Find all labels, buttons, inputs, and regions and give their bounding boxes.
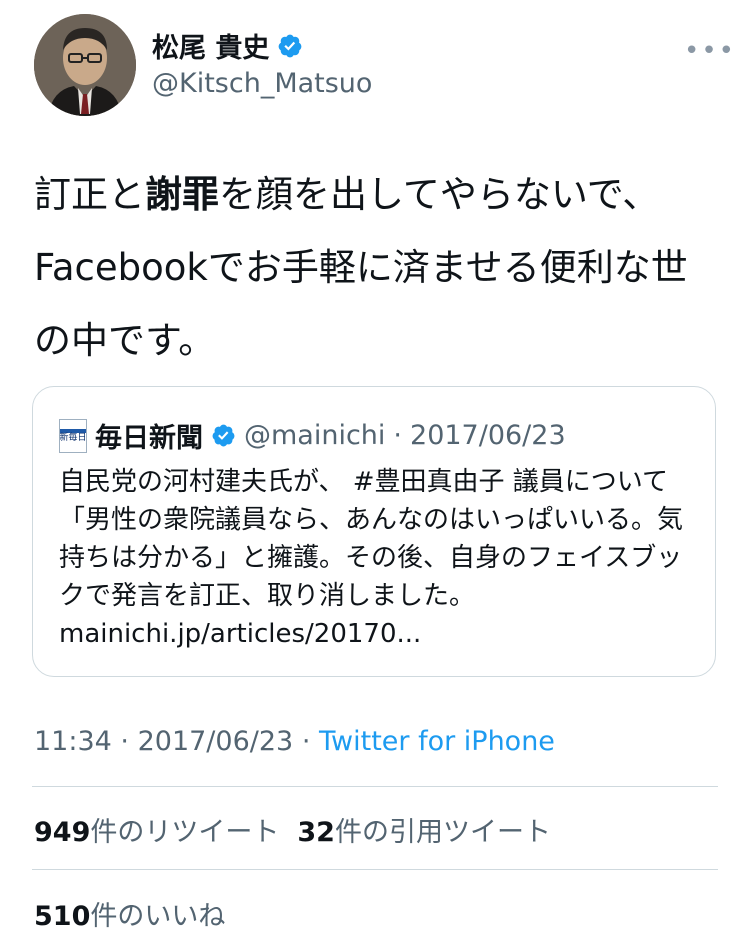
quoted-display-name: 毎日新聞 xyxy=(95,423,203,454)
quoted-tweet-link[interactable]: mainichi.jp/articles/20170... xyxy=(59,615,699,653)
retweets-label: 件のリツイート xyxy=(90,817,280,848)
author-name-row: 松尾 貴史 xyxy=(152,26,303,65)
author-handle[interactable]: @Kitsch_Matsuo xyxy=(152,68,372,99)
meta-separator: · xyxy=(301,726,311,757)
tweet-text: 訂正と謝罪を顔を出してやらないで、Facebookでお手軽に済ませる便利な世の中… xyxy=(34,158,724,377)
profile-photo xyxy=(34,14,136,116)
quoted-tweet-header: 新毎日 毎日新聞 @mainichi · 2017/06/23 xyxy=(59,416,566,455)
avatar[interactable] xyxy=(34,14,136,116)
quoted-tweet-text: 自民党の河村建夫氏が、 #豊田真由子 議員について「男性の衆院議員なら、あんなの… xyxy=(59,467,684,611)
quoted-separator: · xyxy=(393,420,403,451)
more-horizontal-icon[interactable]: ••• xyxy=(684,36,736,66)
quoted-handle: @mainichi xyxy=(244,420,386,451)
divider xyxy=(32,869,718,870)
tweet-meta: 11:34 · 2017/06/23 · Twitter for iPhone xyxy=(34,726,555,757)
likes-label: 件のいいね xyxy=(90,901,226,932)
quotes-count: 32 xyxy=(297,817,335,848)
likes-stat[interactable]: 510件のいいね xyxy=(34,894,225,933)
quoted-tweet-card[interactable]: 新毎日 毎日新聞 @mainichi · 2017/06/23 自民党の河村建夫… xyxy=(32,386,716,677)
quoted-verified-badge-icon xyxy=(211,423,236,448)
mainichi-logo-text: 新毎日 xyxy=(59,432,87,443)
tweet-time[interactable]: 11:34 xyxy=(34,726,112,757)
quoted-date: 2017/06/23 xyxy=(410,420,566,451)
tweet-text-part1: 訂正と xyxy=(34,173,145,216)
quotes-stat[interactable]: 32件の引用ツイート xyxy=(297,817,551,848)
tweet-stats: 949件のリツイート 32件の引用ツイート xyxy=(34,810,551,849)
retweets-stat[interactable]: 949件のリツイート xyxy=(34,817,279,848)
quoted-tweet-body: 自民党の河村建夫氏が、 #豊田真由子 議員について「男性の衆院議員なら、あんなの… xyxy=(59,463,699,653)
tweet-date[interactable]: 2017/06/23 xyxy=(138,726,294,757)
likes-count: 510 xyxy=(34,901,91,932)
author-display-name[interactable]: 松尾 貴史 xyxy=(152,26,269,65)
mainichi-logo-icon: 新毎日 xyxy=(59,418,87,453)
quotes-label: 件の引用ツイート xyxy=(334,817,551,848)
divider xyxy=(32,786,718,787)
verified-badge-icon xyxy=(277,33,303,59)
meta-separator: · xyxy=(120,726,129,757)
retweets-count: 949 xyxy=(34,817,91,848)
tweet-text-bold: 謝罪 xyxy=(145,173,219,216)
tweet-source[interactable]: Twitter for iPhone xyxy=(319,726,555,757)
